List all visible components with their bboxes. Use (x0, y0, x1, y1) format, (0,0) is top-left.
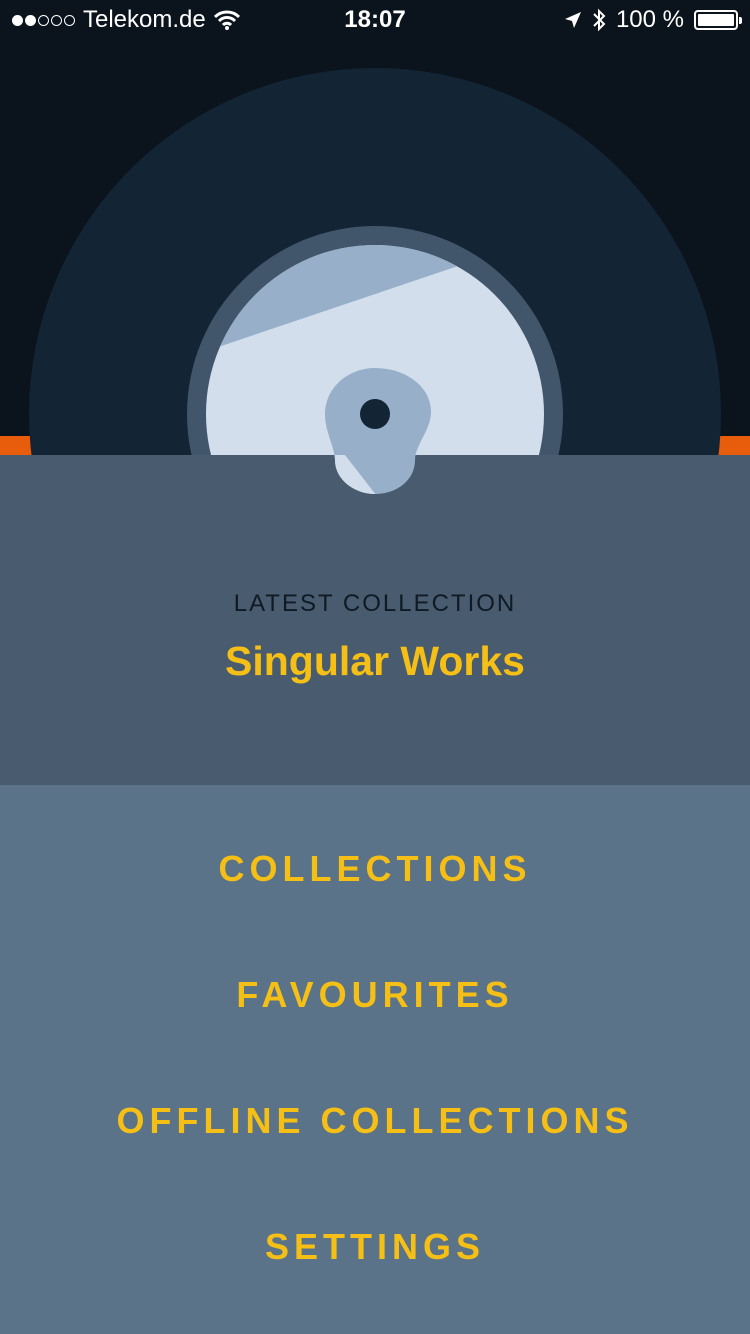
menu-item-collections[interactable]: COLLECTIONS (0, 848, 750, 890)
battery-icon (694, 10, 742, 30)
battery-percent: 100 % (615, 6, 684, 33)
status-right: 100 % (564, 6, 742, 34)
tonearm-icon (325, 368, 431, 494)
menu-item-settings[interactable]: SETTINGS (0, 1226, 750, 1268)
location-arrow-icon (564, 12, 581, 28)
menu-item-favourites[interactable]: FAVOURITES (0, 974, 750, 1016)
home-screen: Telekom.de 18:07 100 % LATEST COLLECTION… (0, 0, 750, 1334)
latest-collection-panel[interactable] (0, 455, 750, 785)
latest-collection-title[interactable]: Singular Works (0, 638, 750, 685)
menu-item-offline-collections[interactable]: OFFLINE COLLECTIONS (0, 1100, 750, 1142)
status-bar: Telekom.de 18:07 100 % (0, 0, 750, 40)
main-menu: COLLECTIONS FAVOURITES OFFLINE COLLECTIO… (0, 785, 750, 1334)
latest-collection-label: LATEST COLLECTION (233, 590, 517, 617)
bluetooth-icon (593, 8, 606, 32)
